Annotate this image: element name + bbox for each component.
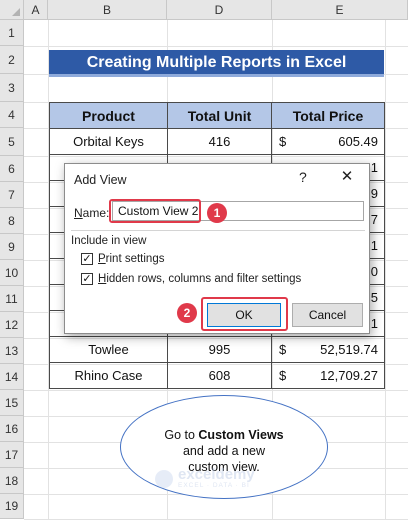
price-value: 12,709.27: [320, 368, 378, 383]
cell-total-price[interactable]: $605.49: [271, 128, 385, 155]
cell-total-price[interactable]: $12,709.27: [271, 362, 385, 389]
step-badge-2: 2: [177, 303, 197, 323]
dialog-title: Add View: [74, 173, 127, 187]
callout-line2: and add a new: [182, 444, 265, 458]
group-divider: [71, 230, 365, 231]
row-header-14[interactable]: 14: [0, 364, 24, 390]
row-header-4[interactable]: 4: [0, 102, 24, 128]
row-header-15[interactable]: 15: [0, 390, 24, 416]
ok-button[interactable]: OK: [207, 303, 281, 327]
price-value: 52,519.74: [320, 342, 378, 357]
table-row: Orbital Keys 416 $605.49: [49, 128, 385, 155]
name-label: Name:: [74, 206, 110, 220]
hidden-rows-option[interactable]: ✓ Hidden rows, columns and filter settin…: [81, 273, 301, 285]
cancel-button[interactable]: Cancel: [292, 303, 363, 327]
row-header-3[interactable]: 3: [0, 74, 24, 102]
header-product[interactable]: Product: [49, 102, 168, 129]
cell-total-unit[interactable]: 995: [167, 336, 272, 363]
header-total-unit[interactable]: Total Unit: [167, 102, 272, 129]
exceldemy-logo-icon: [155, 469, 173, 488]
hidden-rows-label: Hidden rows, columns and filter settings: [98, 273, 302, 285]
close-icon[interactable]: ✕: [335, 167, 359, 187]
add-view-dialog: Add View ? ✕ Name: Include in view ✓ Pri…: [64, 163, 370, 334]
row-header-1[interactable]: 1: [0, 20, 24, 46]
row-header-10[interactable]: 10: [0, 260, 24, 286]
cell-total-price[interactable]: $52,519.74: [271, 336, 385, 363]
row-header-11[interactable]: 11: [0, 286, 24, 312]
price-value: 5: [370, 290, 378, 305]
row-header-17[interactable]: 17: [0, 442, 24, 468]
help-icon[interactable]: ?: [299, 169, 307, 185]
hidden-rows-checkbox[interactable]: ✓: [81, 273, 93, 285]
column-header-a[interactable]: A: [24, 0, 48, 20]
price-value: 9: [370, 186, 378, 201]
column-header-e[interactable]: E: [272, 0, 408, 20]
row-header-5[interactable]: 5: [0, 128, 24, 156]
header-total-price[interactable]: Total Price: [271, 102, 385, 129]
price-value: 0: [370, 264, 378, 279]
print-settings-label: Print settings: [98, 253, 165, 265]
include-in-view-label: Include in view: [71, 235, 151, 247]
print-settings-checkbox[interactable]: ✓: [81, 253, 93, 265]
row-header-16[interactable]: 16: [0, 416, 24, 442]
row-header-7[interactable]: 7: [0, 182, 24, 208]
table-row: Rhino Case 608 $12,709.27: [49, 362, 385, 389]
price-value: 7: [370, 212, 378, 227]
row-header-6[interactable]: 6: [0, 156, 24, 182]
cell-total-unit[interactable]: 416: [167, 128, 272, 155]
price-value: 1: [370, 316, 378, 331]
row-header-8[interactable]: 8: [0, 208, 24, 234]
row-header-9[interactable]: 9: [0, 234, 24, 260]
currency-symbol: $: [279, 342, 287, 357]
price-value: 605.49: [338, 134, 378, 149]
watermark-tagline: EXCEL · DATA · BI: [178, 482, 250, 489]
row-header-13[interactable]: 13: [0, 338, 24, 364]
column-header-b[interactable]: B: [48, 0, 167, 20]
cell-product[interactable]: Towlee: [49, 336, 168, 363]
row-header-18[interactable]: 18: [0, 468, 24, 494]
callout-text-pre: Go to: [164, 428, 199, 442]
callout-text-bold: Custom Views: [198, 428, 284, 442]
price-value: 1: [370, 160, 378, 175]
row-header-19[interactable]: 19: [0, 494, 24, 519]
currency-symbol: $: [279, 368, 287, 383]
print-settings-option[interactable]: ✓ Print settings: [81, 253, 164, 265]
watermark-name: exceldemy: [178, 466, 255, 483]
select-all-corner[interactable]: [0, 0, 24, 20]
cell-total-unit[interactable]: 608: [167, 362, 272, 389]
report-title: Creating Multiple Reports in Excel: [49, 50, 384, 77]
currency-symbol: $: [279, 134, 287, 149]
step-badge-1: 1: [207, 203, 227, 223]
name-input-highlight: [109, 199, 201, 223]
row-header-12[interactable]: 12: [0, 312, 24, 338]
cell-product[interactable]: Rhino Case: [49, 362, 168, 389]
table-row: Towlee 995 $52,519.74: [49, 336, 385, 363]
price-value: 1: [370, 238, 378, 253]
column-header-d[interactable]: D: [167, 0, 272, 20]
watermark: exceldemy EXCEL · DATA · BI: [155, 466, 255, 489]
row-header-2[interactable]: 2: [0, 46, 24, 74]
cell-product[interactable]: Orbital Keys: [49, 128, 168, 155]
